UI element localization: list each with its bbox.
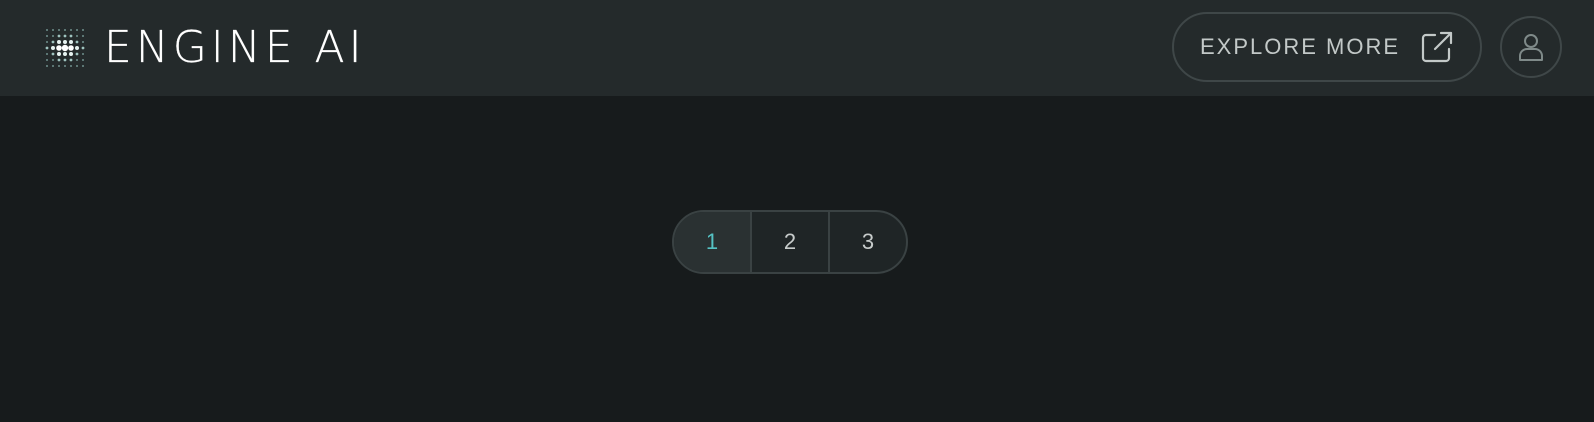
user-icon [1519, 34, 1543, 61]
user-account-button[interactable] [1500, 16, 1562, 78]
explore-more-button[interactable]: EXPLORE MORE [1172, 12, 1482, 82]
page-button-3[interactable]: 3 [828, 212, 906, 272]
pagination: 1 2 3 [672, 210, 908, 274]
external-link-icon [1421, 31, 1453, 63]
top-header: ENGINE AI EXPLORE MORE [0, 0, 1594, 96]
dot-grid-logo-icon [45, 29, 85, 67]
page-button-1[interactable]: 1 [674, 212, 750, 272]
brand-logo[interactable]: ENGINE AI [44, 22, 366, 73]
explore-more-label: EXPLORE MORE [1199, 34, 1401, 59]
page-button-2[interactable]: 2 [750, 212, 828, 272]
brand-name: ENGINE AI [104, 22, 366, 73]
